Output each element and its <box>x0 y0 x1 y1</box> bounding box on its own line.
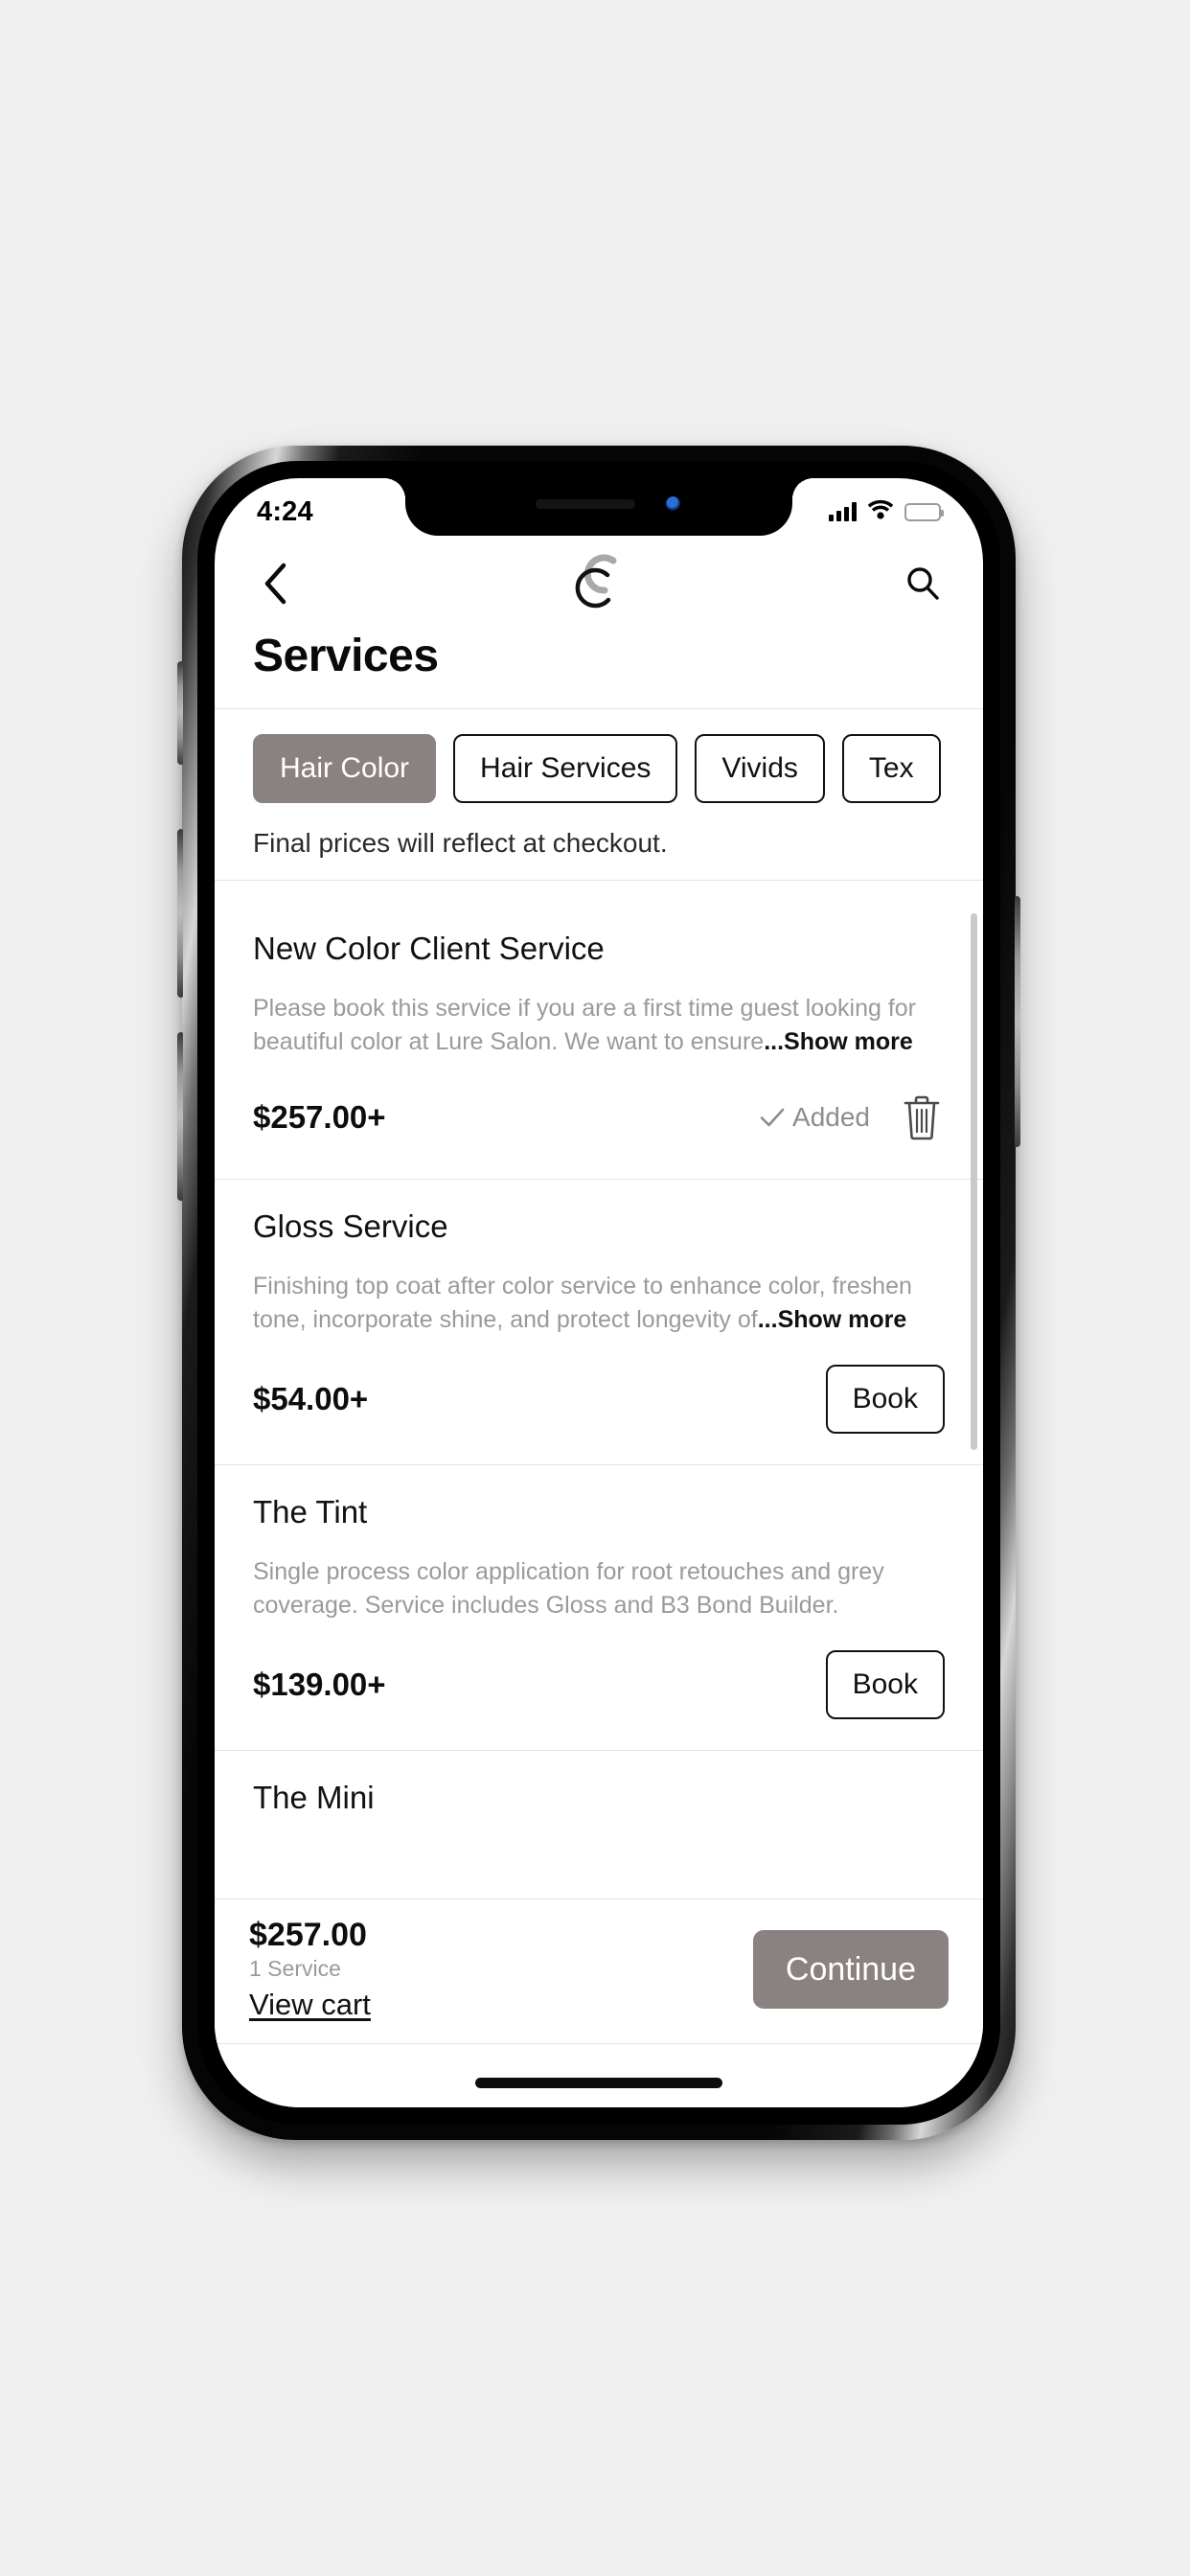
show-more-link[interactable]: ...Show more <box>764 1028 913 1055</box>
wifi-icon <box>867 499 894 524</box>
service-description: Single process color application for roo… <box>253 1555 945 1622</box>
cart-total: $257.00 <box>249 1917 367 1954</box>
added-status-badge: Added <box>760 1102 870 1133</box>
category-tab-strip[interactable]: Hair Color Hair Services Vivids Tex <box>215 734 983 803</box>
cart-summary: $257.00 1 Service View cart <box>249 1917 371 2022</box>
phone-device-frame: 4:24 Services Hair Color Hair Services V… <box>177 446 1020 2140</box>
service-name: The Tint <box>253 1494 368 1530</box>
swirl-logo-icon <box>567 548 630 619</box>
silent-switch[interactable] <box>177 661 183 765</box>
cart-service-count: 1 Service <box>249 1956 341 1982</box>
cart-bar: $257.00 1 Service View cart Continue <box>215 1898 983 2044</box>
view-cart-link[interactable]: View cart <box>249 1988 371 2022</box>
service-name: Gloss Service <box>253 1208 448 1244</box>
service-actions: Added <box>760 1092 945 1142</box>
status-time: 4:24 <box>257 495 313 527</box>
volume-down-button[interactable] <box>177 1032 183 1201</box>
book-button[interactable]: Book <box>825 1650 945 1719</box>
service-description: Finishing top coat after color service t… <box>253 1270 945 1336</box>
service-footer: $139.00+ Book <box>253 1650 945 1750</box>
continue-button[interactable]: Continue <box>752 1930 949 2010</box>
battery-icon <box>904 502 944 521</box>
service-name: The Mini <box>253 1780 375 1815</box>
service-price: $257.00+ <box>253 1099 386 1135</box>
search-icon[interactable] <box>897 558 949 610</box>
service-footer: $257.00+ Added <box>253 1087 945 1179</box>
service-description-text: Single process color application for roo… <box>253 1558 884 1619</box>
back-button[interactable] <box>249 558 301 610</box>
filter-section: Hair Color Hair Services Vivids Tex Fina… <box>215 708 983 881</box>
tab-vivids[interactable]: Vivids <box>695 734 825 803</box>
service-row[interactable]: New Color Client Service Please book thi… <box>215 902 983 1179</box>
phone-screen: 4:24 Services Hair Color Hair Services V… <box>215 478 983 2107</box>
service-price: $139.00+ <box>253 1667 386 1702</box>
trash-icon[interactable] <box>899 1092 945 1142</box>
tab-hair-services[interactable]: Hair Services <box>453 734 678 803</box>
service-price: $54.00+ <box>253 1381 369 1416</box>
service-name: New Color Client Service <box>253 931 605 966</box>
check-icon <box>760 1108 785 1127</box>
price-note: Final prices will reflect at checkout. <box>253 828 668 858</box>
service-footer: $54.00+ Book <box>253 1365 945 1464</box>
volume-up-button[interactable] <box>177 829 183 998</box>
show-more-link[interactable]: ...Show more <box>758 1306 907 1333</box>
status-indicators <box>829 499 944 524</box>
app-header <box>215 538 983 630</box>
notch <box>405 478 792 536</box>
added-label: Added <box>792 1102 870 1132</box>
cellular-bars-icon <box>829 502 857 521</box>
home-indicator[interactable] <box>475 2078 722 2088</box>
book-button[interactable]: Book <box>825 1365 945 1434</box>
page-title: Services <box>253 631 439 681</box>
front-camera-icon <box>666 496 680 511</box>
earpiece-speaker-icon <box>536 499 635 509</box>
scrollbar-thumb[interactable] <box>971 913 977 1450</box>
service-description: Please book this service if you are a fi… <box>253 992 945 1058</box>
service-row[interactable]: Gloss Service Finishing top coat after c… <box>215 1179 983 1464</box>
service-row[interactable]: The Tint Single process color applicatio… <box>215 1464 983 1750</box>
service-row[interactable]: The Mini <box>215 1750 983 1816</box>
tab-texture[interactable]: Tex <box>841 734 941 803</box>
power-button[interactable] <box>1015 896 1020 1147</box>
tab-hair-color[interactable]: Hair Color <box>253 734 437 803</box>
